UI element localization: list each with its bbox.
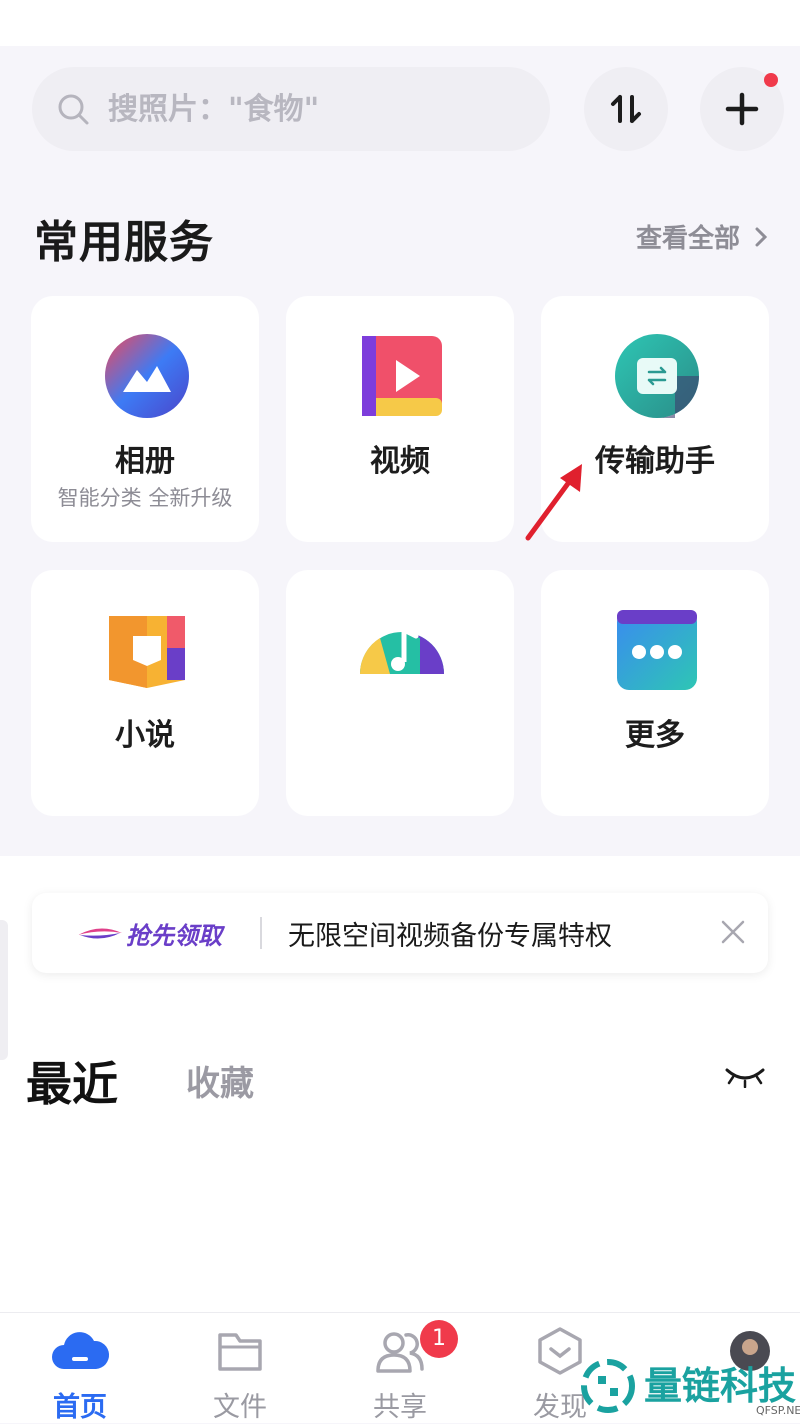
plus-icon (725, 92, 759, 126)
service-tile-music[interactable] (286, 570, 514, 816)
close-icon[interactable] (720, 919, 746, 945)
promo-claim-label: 抢先领取 (126, 921, 222, 950)
nav-label: 文件 (213, 1392, 267, 1423)
nav-label: 共享 (373, 1392, 427, 1423)
status-bar-area (0, 0, 800, 46)
more-dots-icon (617, 610, 697, 690)
promo-banner[interactable]: 抢先领取 无限空间视频备份专属特权 (32, 893, 768, 973)
up-down-arrows-icon (611, 95, 641, 123)
service-tile-album[interactable]: 相册 智能分类 全新升级 (31, 296, 259, 542)
service-label: 小说 (115, 718, 175, 753)
transfer-sort-button[interactable] (584, 67, 668, 151)
watermark-brand: 量链科技 (644, 1364, 797, 1408)
notification-dot (764, 73, 778, 87)
view-all-link[interactable]: 查看全部 (636, 218, 768, 255)
video-icon (362, 336, 442, 416)
folder-icon (218, 1333, 262, 1371)
watermark-site: QFSP.NET (756, 1404, 800, 1417)
search-icon (58, 94, 89, 125)
novel-book-icon (109, 616, 185, 688)
eye-closed-icon[interactable] (724, 1064, 766, 1088)
nav-home[interactable]: 首页 (20, 1321, 140, 1424)
tab-favorites[interactable]: 收藏 (186, 1056, 254, 1105)
nav-label: 首页 (53, 1392, 107, 1423)
swoosh-icon (78, 928, 122, 939)
promo-badge: 抢先领取 (78, 916, 222, 951)
pointer-arrow-icon (525, 464, 582, 541)
chevron-right-icon (755, 227, 768, 246)
side-drawer-handle[interactable] (0, 920, 8, 1060)
album-icon (105, 334, 189, 418)
service-tile-video[interactable]: 视频 (286, 296, 514, 542)
service-tile-novel[interactable]: 小说 (31, 570, 259, 816)
section-title: 常用服务 (34, 217, 214, 268)
service-tile-more[interactable]: 更多 (541, 570, 769, 816)
watermark-logo-icon (581, 1359, 635, 1413)
tab-recent[interactable]: 最近 (26, 1048, 118, 1114)
view-all-label: 查看全部 (635, 224, 740, 254)
add-button[interactable] (700, 67, 784, 151)
transfer-assistant-icon (615, 334, 699, 418)
service-label: 相册 (115, 444, 175, 479)
service-subtitle: 智能分类 全新升级 (57, 486, 233, 510)
cloud-icon (52, 1332, 110, 1369)
music-icon (360, 627, 444, 674)
divider (260, 917, 262, 949)
service-label: 更多 (625, 718, 685, 753)
nav-files[interactable]: 文件 (180, 1321, 300, 1424)
promo-text: 无限空间视频备份专属特权 (288, 920, 612, 952)
search-bar[interactable] (32, 67, 550, 151)
share-count-badge: 1 (420, 1320, 458, 1358)
search-input[interactable] (106, 90, 510, 128)
service-label: 视频 (370, 444, 430, 479)
